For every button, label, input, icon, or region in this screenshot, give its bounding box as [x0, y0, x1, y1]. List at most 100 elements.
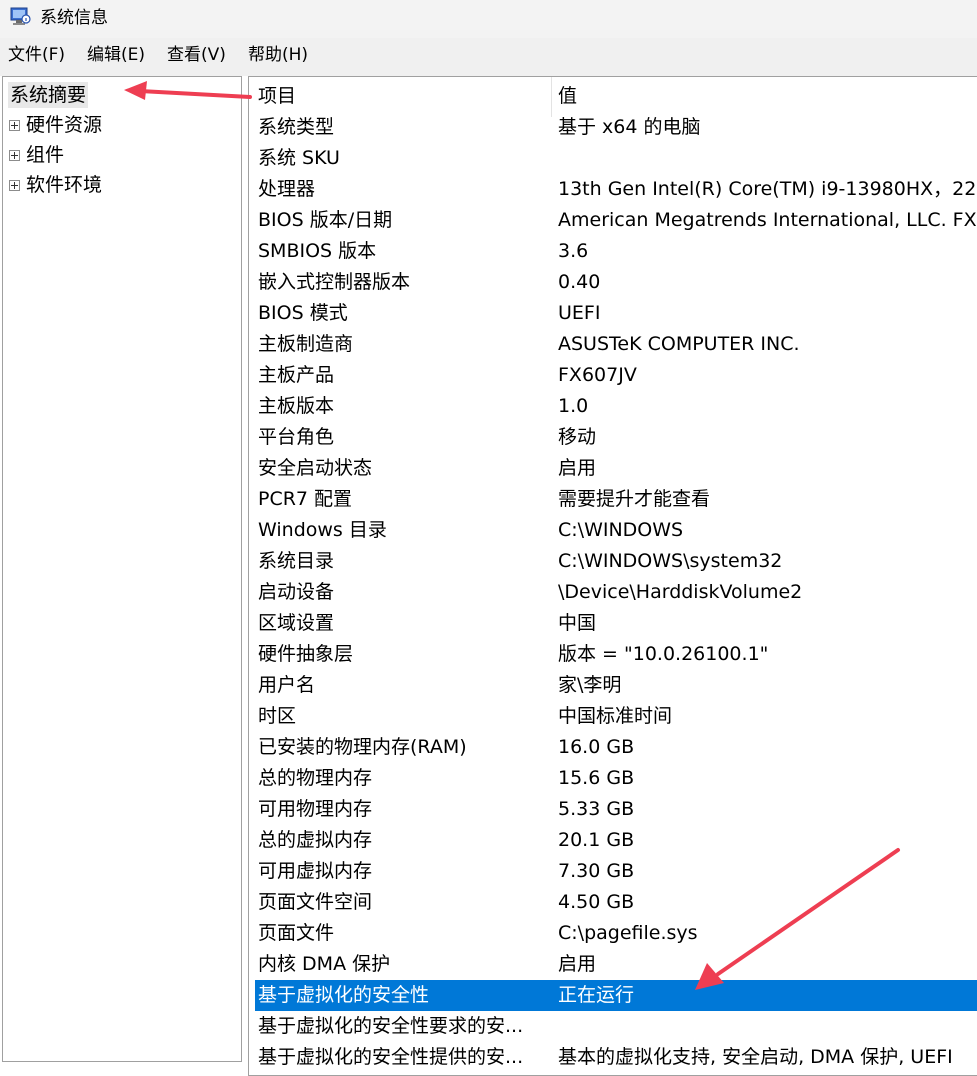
table-row[interactable]: PCR7 配置 需要提升才能查看	[255, 484, 977, 515]
table-row[interactable]: 已安装的物理内存(RAM) 16.0 GB	[255, 732, 977, 763]
menu-help[interactable]: 帮助(H)	[248, 44, 308, 66]
expand-icon[interactable]	[9, 149, 20, 161]
row-item-label: 主板产品	[258, 364, 335, 386]
row-value: 3.6	[558, 240, 589, 262]
expand-icon[interactable]	[9, 179, 20, 191]
row-item-label: 系统类型	[258, 116, 335, 138]
row-value: UEFI	[558, 302, 601, 324]
row-item-label: 页面文件空间	[258, 891, 373, 913]
table-row[interactable]: 安全启动状态 启用	[255, 453, 977, 484]
table-row[interactable]: 基于虚拟化的安全性要求的安...	[255, 1011, 977, 1042]
table-row[interactable]: BIOS 版本/日期 American Megatrends Internatio…	[255, 205, 977, 236]
tree-item-label: 组件	[26, 144, 65, 166]
table-row[interactable]: 启动设备 \Device\HarddiskVolume2	[255, 577, 977, 608]
row-value: 启用	[558, 953, 597, 975]
table-row[interactable]: 用户名 家\李明	[255, 670, 977, 701]
table-row[interactable]: 页面文件 C:\pagefile.sys	[255, 918, 977, 949]
row-value: ASUSTeK COMPUTER INC.	[558, 333, 800, 355]
row-value: 5.33 GB	[558, 798, 635, 820]
tree-item-software-environment[interactable]: 软件环境	[9, 172, 102, 198]
details-list[interactable]: 项目 值 系统类型 基于 x64 的电脑系统 SKU 处理器 13th Gen Int…	[248, 76, 977, 1076]
row-item-label: 用户名	[258, 674, 316, 696]
row-item-label: 主板版本	[258, 395, 335, 417]
menu-file[interactable]: 文件(F)	[8, 44, 65, 66]
category-tree[interactable]: 系统摘要 硬件资源 组件 软件环境	[2, 76, 242, 1062]
row-item-label: 基于虚拟化的安全性	[258, 984, 430, 1006]
table-row[interactable]: 基于虚拟化的安全性提供的安... 基本的虚拟化支持, 安全启动, DMA 保护, …	[255, 1042, 977, 1073]
row-item-label: 启动设备	[258, 581, 335, 603]
row-value: 4.50 GB	[558, 891, 635, 913]
column-header-value[interactable]: 值	[558, 84, 577, 108]
table-row[interactable]: 可用物理内存 5.33 GB	[255, 794, 977, 825]
row-item-label: 时区	[258, 705, 297, 727]
table-row[interactable]: 页面文件空间 4.50 GB	[255, 887, 977, 918]
table-row[interactable]: 主板产品 FX607JV	[255, 360, 977, 391]
table-row[interactable]: 系统 SKU	[255, 143, 977, 174]
table-row[interactable]: 系统目录 C:\WINDOWS\system32	[255, 546, 977, 577]
row-item-label: 已安装的物理内存(RAM)	[258, 736, 467, 758]
row-item-label: 区域设置	[258, 612, 335, 634]
row-value: C:\WINDOWS	[558, 519, 684, 541]
table-row-selected[interactable]: 基于虚拟化的安全性 正在运行	[255, 980, 977, 1011]
row-value: 启用	[558, 457, 597, 479]
row-item-label: 系统目录	[258, 550, 335, 572]
row-value: 基于 x64 的电脑	[558, 116, 701, 138]
row-item-label: 可用虚拟内存	[258, 860, 373, 882]
row-value: 0.40	[558, 271, 601, 293]
row-item-label: 硬件抽象层	[258, 643, 354, 665]
row-value: 家\李明	[558, 674, 622, 696]
column-header-item[interactable]: 项目	[258, 84, 296, 108]
row-value: 中国	[558, 612, 597, 634]
menu-edit[interactable]: 编辑(E)	[87, 44, 145, 66]
row-item-label: 主板制造商	[258, 333, 354, 355]
row-value: American Megatrends International, LLC. …	[558, 209, 977, 231]
table-row[interactable]: 时区 中国标准时间	[255, 701, 977, 732]
menu-view[interactable]: 查看(V)	[167, 44, 226, 66]
tree-item-system-summary[interactable]: 系统摘要	[8, 82, 89, 108]
row-value: 1.0	[558, 395, 589, 417]
expand-icon[interactable]	[9, 119, 20, 131]
row-value: FX607JV	[558, 364, 637, 386]
header-row: 项目 值	[255, 81, 977, 112]
table-row[interactable]: BIOS 模式 UEFI	[255, 298, 977, 329]
table-row[interactable]: Windows 目录 C:\WINDOWS	[255, 515, 977, 546]
row-item-label: 处理器	[258, 178, 316, 200]
table-row[interactable]: 总的物理内存 15.6 GB	[255, 763, 977, 794]
tree-item-components[interactable]: 组件	[9, 142, 64, 168]
window-title: 系统信息	[40, 8, 108, 28]
table-row[interactable]: 平台角色 移动	[255, 422, 977, 453]
row-value: C:\pagefile.sys	[558, 922, 698, 944]
row-value: 基本的虚拟化支持, 安全启动, DMA 保护, UEFI	[558, 1046, 953, 1068]
row-value: 版本 = "10.0.26100.1"	[558, 643, 769, 665]
table-row[interactable]: 主板版本 1.0	[255, 391, 977, 422]
tree-item-hardware-resources[interactable]: 硬件资源	[9, 112, 102, 138]
table-row[interactable]: 可用虚拟内存 7.30 GB	[255, 856, 977, 887]
table-row[interactable]: 总的虚拟内存 20.1 GB	[255, 825, 977, 856]
table-row[interactable]: SMBIOS 版本 3.6	[255, 236, 977, 267]
table-row[interactable]: 嵌入式控制器版本 0.40	[255, 267, 977, 298]
table-row[interactable]: 硬件抽象层 版本 = "10.0.26100.1"	[255, 639, 977, 670]
table-row[interactable]: 主板制造商 ASUSTeK COMPUTER INC.	[255, 329, 977, 360]
row-value: 正在运行	[558, 984, 635, 1006]
row-item-label: BIOS 版本/日期	[258, 209, 393, 231]
system-information-icon	[10, 7, 31, 25]
row-value: 16.0 GB	[558, 736, 635, 758]
row-item-label: 嵌入式控制器版本	[258, 271, 411, 293]
row-item-label: 总的物理内存	[258, 767, 373, 789]
row-value: 7.30 GB	[558, 860, 635, 882]
row-item-label: 内核 DMA 保护	[258, 953, 391, 975]
title-bar: 系统信息	[0, 0, 977, 38]
row-item-label: 平台角色	[258, 426, 335, 448]
table-row[interactable]: 系统类型 基于 x64 的电脑	[255, 112, 977, 143]
row-item-label: Windows 目录	[258, 519, 387, 541]
row-item-label: 可用物理内存	[258, 798, 373, 820]
row-item-label: 安全启动状态	[258, 457, 373, 479]
row-item-label: 页面文件	[258, 922, 335, 944]
row-value: \Device\HarddiskVolume2	[558, 581, 803, 603]
table-row[interactable]: 处理器 13th Gen Intel(R) Core(TM) i9-13980HX…	[255, 174, 977, 205]
table-row[interactable]: 区域设置 中国	[255, 608, 977, 639]
row-value: 20.1 GB	[558, 829, 635, 851]
tree-item-label: 硬件资源	[26, 114, 103, 136]
row-item-label: BIOS 模式	[258, 302, 348, 324]
table-row[interactable]: 内核 DMA 保护 启用	[255, 949, 977, 980]
